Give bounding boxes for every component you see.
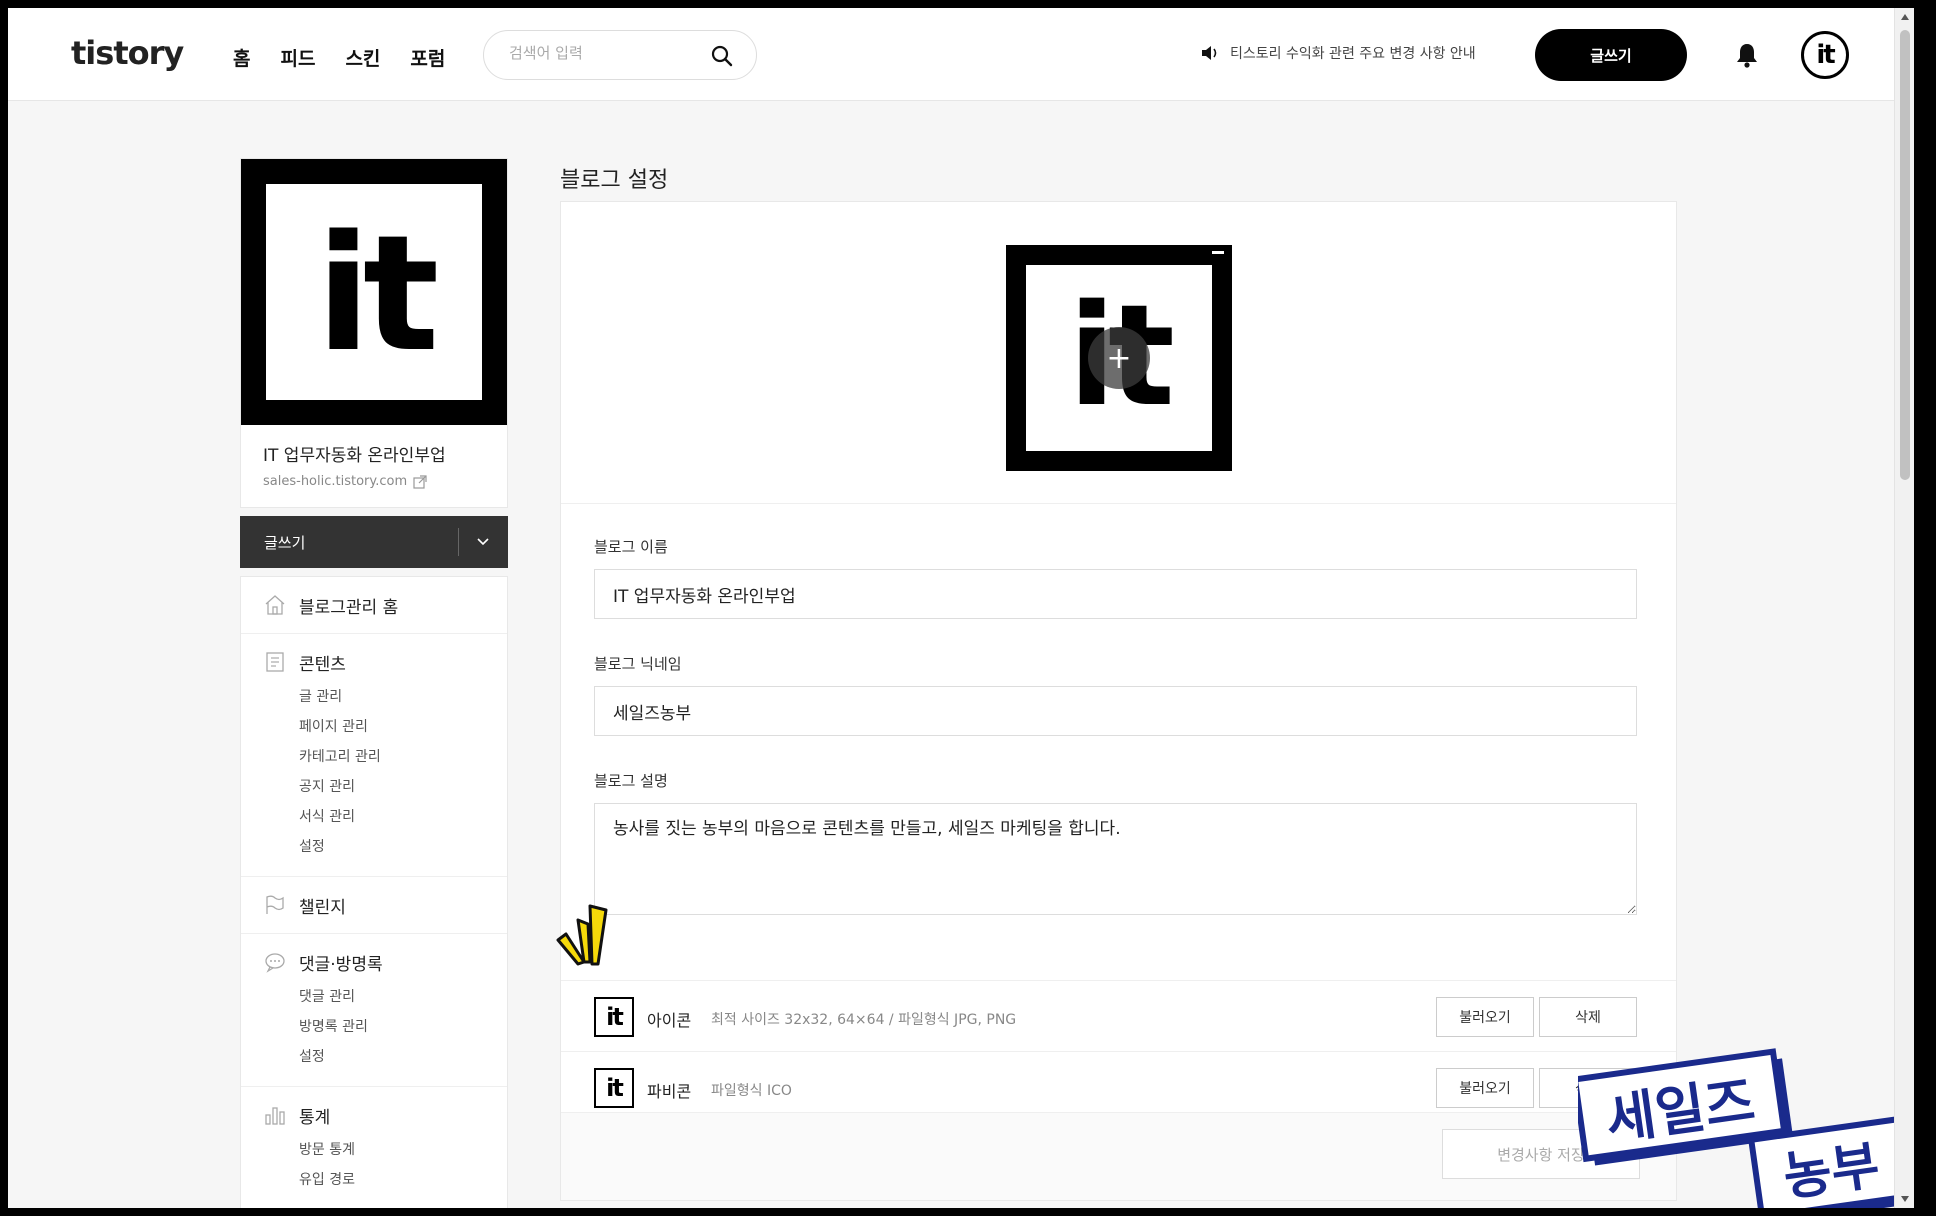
nav-home[interactable]: 홈 — [233, 44, 250, 71]
favicon-thumbnail: it — [594, 1068, 634, 1108]
sidebar-subitem-pages[interactable]: 페이지 관리 — [299, 712, 507, 742]
notice-text: 티스토리 수익화 관련 주요 변경 사항 안내 — [1230, 46, 1476, 62]
sidebar-item-label: 블로그관리 홈 — [299, 597, 399, 618]
nav-skin[interactable]: 스킨 — [345, 44, 380, 71]
blog-description-label: 블로그 설명 — [594, 772, 668, 790]
blog-title[interactable]: IT 업무자동화 온라인부업 — [263, 441, 485, 466]
remove-logo-icon[interactable] — [1212, 251, 1224, 254]
add-image-icon[interactable]: + — [1088, 327, 1150, 389]
sidebar-item-comments[interactable]: 댓글·방명록 — [263, 948, 507, 976]
blog-logo-image[interactable]: it + — [1006, 245, 1232, 471]
sidebar: it IT 업무자동화 온라인부업 sales-holic.tistory.co… — [240, 158, 508, 1208]
sidebar-menu: 블로그관리 홈 콘텐츠 글 관리 페이지 관리 카테고리 관리 공지 관리 서식… — [240, 576, 508, 1208]
home-icon — [265, 595, 285, 615]
scroll-up-icon[interactable] — [1901, 14, 1909, 20]
sidebar-subitem-visit-stats[interactable]: 방문 통계 — [299, 1135, 507, 1165]
scroll-down-icon[interactable] — [1901, 1196, 1909, 1202]
avatar[interactable]: it — [1801, 31, 1849, 79]
speech-bubble-icon — [265, 953, 285, 973]
write-button[interactable]: 글쓰기 — [1535, 29, 1687, 81]
document-icon — [266, 652, 284, 672]
profile-logo-text: it — [316, 200, 439, 387]
blog-url-text: sales-holic.tistory.com — [263, 474, 408, 489]
stamp-line2: 농부 — [1780, 1136, 1883, 1208]
favicon-description: 파일형식 ICO — [711, 1083, 792, 1099]
search-input[interactable] — [509, 44, 699, 62]
menu-section-contents: 콘텐츠 글 관리 페이지 관리 카테고리 관리 공지 관리 서식 관리 설정 — [241, 634, 507, 877]
divider — [458, 528, 459, 556]
sidebar-subitem-categories[interactable]: 카테고리 관리 — [299, 742, 507, 772]
search-box — [483, 30, 757, 80]
sidebar-item-stats[interactable]: 통계 — [263, 1101, 507, 1129]
icon-delete-button[interactable]: 삭제 — [1539, 997, 1637, 1037]
speaker-icon — [1202, 46, 1217, 60]
sidebar-item-home[interactable]: 블로그관리 홈 — [263, 591, 507, 619]
sidebar-subitem-comment-settings[interactable]: 설정 — [299, 1042, 507, 1072]
blog-description-textarea[interactable]: 농사를 짓는 농부의 마음으로 콘텐츠를 만들고, 세일즈 마케팅을 합니다. — [594, 803, 1637, 915]
sidebar-item-label: 챌린지 — [299, 897, 346, 918]
blog-nickname-input[interactable] — [594, 686, 1637, 736]
sidebar-item-label: 콘텐츠 — [299, 654, 346, 675]
sidebar-subitem-notices[interactable]: 공지 관리 — [299, 772, 507, 802]
menu-section-challenge: 챌린지 — [241, 877, 507, 934]
blog-name-label: 블로그 이름 — [594, 538, 668, 556]
sidebar-write-label: 글쓰기 — [264, 533, 306, 552]
menu-section-comments: 댓글·방명록 댓글 관리 방명록 관리 설정 — [241, 934, 507, 1087]
favicon-label: 파비콘 — [647, 1082, 692, 1101]
blog-profile-card: it IT 업무자동화 온라인부업 sales-holic.tistory.co… — [240, 158, 508, 508]
blog-nickname-field: 블로그 닉네임 — [594, 653, 1637, 736]
blog-nickname-label: 블로그 닉네임 — [594, 655, 682, 673]
sidebar-write-button[interactable]: 글쓰기 — [240, 516, 508, 568]
save-area: 변경사항 저장 — [561, 1112, 1676, 1200]
settings-panel: it + 블로그 이름 블로그 닉네임 블로그 설명 농사를 짓는 농부의 마음… — [560, 201, 1677, 1201]
sidebar-subitem-content-settings[interactable]: 설정 — [299, 832, 507, 862]
icon-label: 아이콘 — [647, 1011, 692, 1030]
sidebar-item-challenge[interactable]: 챌린지 — [263, 891, 507, 919]
icon-setting-row: it 아이콘 최적 사이즈 32x32, 64×64 / 파일형식 JPG, P… — [561, 980, 1676, 1052]
nav-feed[interactable]: 피드 — [280, 44, 315, 71]
sidebar-subitem-guestbook-manage[interactable]: 방명록 관리 — [299, 1012, 507, 1042]
bell-icon[interactable] — [1734, 41, 1760, 69]
sidebar-subitem-referrer[interactable]: 유입 경로 — [299, 1165, 507, 1195]
sidebar-subitem-posts[interactable]: 글 관리 — [299, 682, 507, 712]
bar-chart-icon — [265, 1107, 285, 1125]
blog-url[interactable]: sales-holic.tistory.com — [263, 474, 485, 489]
blog-description-field: 블로그 설명 농사를 짓는 농부의 마음으로 콘텐츠를 만들고, 세일즈 마케팅… — [594, 770, 1637, 915]
sidebar-item-label: 댓글·방명록 — [299, 954, 383, 975]
icon-load-button[interactable]: 불러오기 — [1436, 997, 1534, 1037]
page-title: 블로그 설정 — [560, 168, 669, 193]
sales-farmer-stamp: 세일즈 농부 — [1578, 1048, 1914, 1208]
sidebar-subitem-comment-manage[interactable]: 댓글 관리 — [299, 982, 507, 1012]
chevron-down-icon[interactable] — [475, 533, 491, 549]
icon-thumbnail: it — [594, 997, 634, 1037]
notice-link[interactable]: 티스토리 수익화 관련 주요 변경 사항 안내 — [1200, 43, 1476, 63]
icon-description: 최적 사이즈 32x32, 64×64 / 파일형식 JPG, PNG — [711, 1012, 1017, 1028]
tistory-logo[interactable]: tistory — [71, 34, 184, 72]
browser-window: tistory 홈 피드 스킨 포럼 티스토리 수익화 관련 주요 변경 사항 … — [8, 8, 1914, 1208]
blog-name-field: 블로그 이름 — [594, 536, 1637, 619]
global-nav: 홈 피드 스킨 포럼 — [233, 44, 475, 71]
scrollbar-thumb[interactable] — [1900, 30, 1910, 480]
menu-section-home: 블로그관리 홈 — [241, 577, 507, 634]
blog-name-input[interactable] — [594, 569, 1637, 619]
sidebar-subitem-templates[interactable]: 서식 관리 — [299, 802, 507, 832]
blog-logo-area: it + — [561, 202, 1676, 504]
blog-profile-image[interactable]: it — [241, 159, 507, 425]
search-icon[interactable] — [710, 44, 734, 68]
top-header: tistory 홈 피드 스킨 포럼 티스토리 수익화 관련 주요 변경 사항 … — [8, 8, 1914, 101]
menu-section-stats: 통계 방문 통계 유입 경로 — [241, 1087, 507, 1208]
sidebar-item-contents[interactable]: 콘텐츠 — [263, 648, 507, 676]
favicon-load-button[interactable]: 불러오기 — [1436, 1068, 1534, 1108]
sidebar-item-label: 통계 — [299, 1107, 331, 1128]
nav-forum[interactable]: 포럼 — [410, 44, 445, 71]
sparkle-icon — [556, 904, 608, 966]
external-link-icon — [413, 474, 427, 489]
flag-icon — [266, 895, 284, 914]
vertical-scrollbar[interactable] — [1894, 8, 1914, 1208]
